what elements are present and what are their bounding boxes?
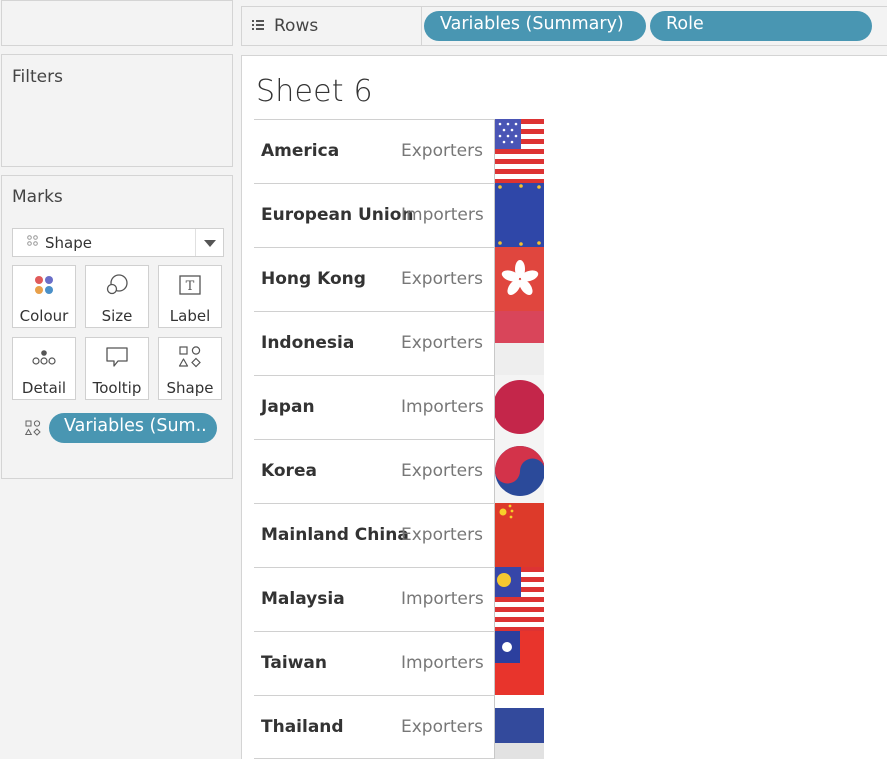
indonesia-flag-icon xyxy=(495,311,544,375)
rows-shelf-label-box: Rows xyxy=(242,7,422,45)
role-label: Exporters xyxy=(401,141,483,161)
eu-flag-icon xyxy=(495,183,544,247)
table-row[interactable]: Mainland China Exporters xyxy=(254,503,544,567)
china-flag-icon xyxy=(495,503,544,567)
size-icon xyxy=(86,274,148,296)
country-label: Thailand xyxy=(261,717,344,737)
thailand-flag-icon xyxy=(495,695,544,759)
rows-shelf[interactable]: Rows Variables (Summary) Role xyxy=(241,6,887,46)
country-label: Korea xyxy=(261,461,317,481)
rows-icon xyxy=(252,20,264,31)
taiwan-flag-icon xyxy=(495,631,544,695)
shape-field-icon xyxy=(24,420,41,440)
table-row[interactable]: Taiwan Importers xyxy=(254,631,544,695)
shape-mark-icon xyxy=(27,235,38,249)
role-label: Importers xyxy=(401,589,484,609)
role-label: Exporters xyxy=(401,461,483,481)
mark-type-label: Shape xyxy=(45,234,92,252)
table-row[interactable]: Indonesia Exporters xyxy=(254,311,544,375)
variables-summary-pill[interactable]: Variables (Summary) xyxy=(424,11,646,41)
country-label: Mainland China xyxy=(261,525,409,545)
table-row[interactable]: Japan Importers xyxy=(254,375,544,439)
role-label: Importers xyxy=(401,205,484,225)
sheet-title: Sheet 6 xyxy=(256,74,373,109)
country-label: Malaysia xyxy=(261,589,345,609)
colour-icon xyxy=(13,274,75,296)
role-pill[interactable]: Role xyxy=(650,11,872,41)
shape-button[interactable]: Shape xyxy=(158,337,222,400)
rows-label: Rows xyxy=(274,16,319,36)
role-label: Importers xyxy=(401,397,484,417)
label-label: Label xyxy=(169,307,211,325)
country-label: European Union xyxy=(261,205,414,225)
size-label: Size xyxy=(101,307,133,325)
role-label: Exporters xyxy=(401,269,483,289)
role-label: Importers xyxy=(401,653,484,673)
svg-text:T: T xyxy=(186,279,195,294)
shape-label: Shape xyxy=(166,379,214,397)
filters-title: Filters xyxy=(12,67,63,87)
usa-flag-icon xyxy=(495,119,544,183)
table-row[interactable]: Korea Exporters xyxy=(254,439,544,503)
table-row[interactable]: Malaysia Importers xyxy=(254,567,544,631)
hong-kong-flag-icon xyxy=(495,247,544,311)
table-row[interactable]: Thailand Exporters xyxy=(254,695,544,759)
filters-card[interactable]: Filters xyxy=(1,54,233,167)
country-label: Taiwan xyxy=(261,653,327,673)
role-label: Exporters xyxy=(401,333,483,353)
country-label: Indonesia xyxy=(261,333,355,353)
mark-type-dropdown[interactable]: Shape xyxy=(12,228,224,257)
table-row[interactable]: Hong Kong Exporters xyxy=(254,247,544,311)
tooltip-label: Tooltip xyxy=(92,379,142,397)
shape-field-pill[interactable]: Variables (Sum.. xyxy=(49,413,217,443)
detail-label: Detail xyxy=(21,379,67,397)
tooltip-button[interactable]: Tooltip xyxy=(85,337,149,400)
label-button[interactable]: T Label xyxy=(158,265,222,328)
size-button[interactable]: Size xyxy=(85,265,149,328)
country-label: Hong Kong xyxy=(261,269,366,289)
detail-icon xyxy=(13,346,75,368)
colour-label: Colour xyxy=(19,307,69,325)
country-label: Japan xyxy=(261,397,315,417)
chevron-down-icon[interactable] xyxy=(195,229,223,256)
table-row[interactable]: America Exporters xyxy=(254,119,544,183)
marks-title: Marks xyxy=(12,187,63,207)
text-label-icon: T xyxy=(159,274,221,296)
tooltip-icon xyxy=(86,346,148,368)
japan-flag-icon xyxy=(495,375,544,439)
table-row[interactable]: European Union Importers xyxy=(254,183,544,247)
detail-button[interactable]: Detail xyxy=(12,337,76,400)
malaysia-flag-icon xyxy=(495,567,544,631)
marks-card: Marks Shape Colour Size T Label Detail T… xyxy=(1,175,233,479)
shape-icon xyxy=(159,346,221,368)
top-left-blank-panel xyxy=(1,0,233,46)
role-label: Exporters xyxy=(401,717,483,737)
country-label: America xyxy=(261,141,340,161)
worksheet-canvas[interactable]: Sheet 6 America Exporters European Union… xyxy=(241,55,887,759)
colour-button[interactable]: Colour xyxy=(12,265,76,328)
role-label: Exporters xyxy=(401,525,483,545)
korea-flag-icon xyxy=(495,439,544,503)
